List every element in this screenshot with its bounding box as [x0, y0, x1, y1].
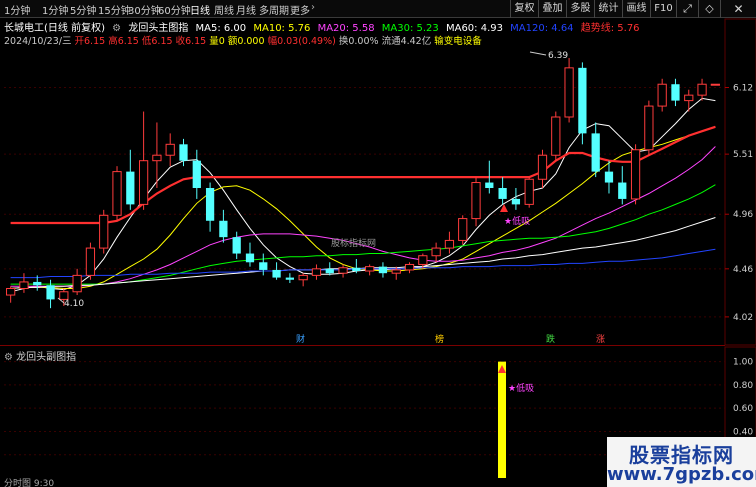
price-tick-label: 4.02	[733, 313, 753, 323]
candle-body	[511, 198, 521, 205]
candle-body	[219, 220, 228, 238]
candle-body	[126, 171, 135, 205]
price-tick-label: 6.12	[733, 84, 753, 94]
candle-body	[564, 67, 574, 118]
watermark-box: 股票指标网 www.7gpzb.com	[607, 437, 756, 487]
candle-body	[697, 83, 707, 96]
candle-body	[33, 281, 42, 286]
candle-body	[418, 255, 428, 265]
candle-body	[205, 188, 215, 221]
candle-body	[365, 266, 375, 272]
subchart-gear-icon[interactable]: ⚙	[4, 352, 13, 363]
price-tick-label: 5.51	[733, 150, 753, 160]
candle-body	[471, 182, 481, 220]
candle-body	[684, 94, 694, 102]
price-tick-label: 4.46	[733, 265, 753, 275]
sub-buy-label: ★低吸	[508, 382, 534, 394]
sub-tick-label: 0.60	[733, 404, 753, 414]
candle-body	[192, 160, 201, 188]
center-watermark: 股标指标网	[331, 237, 376, 249]
candle-body	[272, 269, 281, 278]
candle-body	[551, 116, 561, 156]
candle-body	[298, 274, 308, 281]
candle-body	[618, 182, 627, 199]
candle-body	[485, 182, 494, 188]
candle-body	[19, 281, 29, 289]
candle-body	[578, 67, 587, 134]
candle-body	[604, 171, 614, 183]
ma-line-ma120	[10, 248, 716, 279]
candle-body	[245, 253, 255, 263]
candle-body	[338, 267, 348, 274]
candle-body	[285, 277, 294, 280]
candle-body	[46, 285, 55, 300]
candle-body	[152, 154, 162, 162]
candle-body	[498, 188, 507, 199]
high-price-label: 6.39	[548, 51, 568, 61]
subchart-header: ⚙ 龙回头副图指	[4, 348, 76, 363]
signal-bar	[498, 361, 506, 478]
sub-tick-label: 1.00	[733, 358, 753, 368]
sub-tick-label: 0.40	[733, 427, 753, 437]
candle-body	[524, 178, 534, 205]
candle-body	[259, 262, 268, 270]
low-price-label: 4.10	[64, 299, 84, 309]
high-price-arrow	[529, 51, 547, 56]
candle-body	[232, 237, 241, 254]
candle-body	[99, 214, 109, 249]
candle-body	[391, 269, 401, 274]
ma-line-ma20	[10, 146, 716, 287]
candle-body	[444, 239, 455, 249]
candle-body	[179, 144, 188, 161]
candle-body	[378, 266, 388, 274]
subchart-title[interactable]: 龙回头副图指	[16, 352, 76, 363]
candle-body	[404, 263, 415, 271]
candle-body	[630, 149, 641, 200]
candle-body	[431, 247, 441, 257]
sub-indicator-panel: ★低吸	[498, 361, 534, 478]
candle-body	[165, 143, 175, 156]
subchart-footer: 分时图 9:30	[4, 477, 54, 487]
candle-body	[311, 268, 322, 276]
candle-body	[112, 171, 122, 216]
candle-body	[325, 268, 334, 274]
candle-body	[138, 160, 149, 205]
candle-body	[710, 83, 720, 86]
event-marker: 涨	[596, 334, 605, 345]
event-marker: 财	[296, 333, 305, 345]
candle-body	[591, 133, 600, 172]
candle-body	[72, 274, 82, 293]
chart-canvas[interactable]: 6.125.514.964.464.02 1.000.800.600.400.2…	[0, 0, 756, 487]
candle-body	[6, 287, 16, 296]
candle-body	[657, 83, 667, 107]
sub-tick-label: 0.80	[733, 381, 753, 391]
price-tick-label: 4.96	[733, 210, 753, 220]
candle-body	[85, 247, 96, 276]
watermark-url: www.7gpzb.com	[607, 464, 756, 485]
candle-body	[644, 105, 654, 151]
event-marker: 跌	[546, 334, 555, 345]
candle-body	[671, 84, 680, 101]
event-marker: 榜	[435, 333, 444, 345]
buy-signal-label: ★低吸	[504, 215, 530, 227]
candle-body	[458, 218, 468, 241]
candle-body	[537, 154, 548, 180]
candle-body	[352, 267, 361, 272]
